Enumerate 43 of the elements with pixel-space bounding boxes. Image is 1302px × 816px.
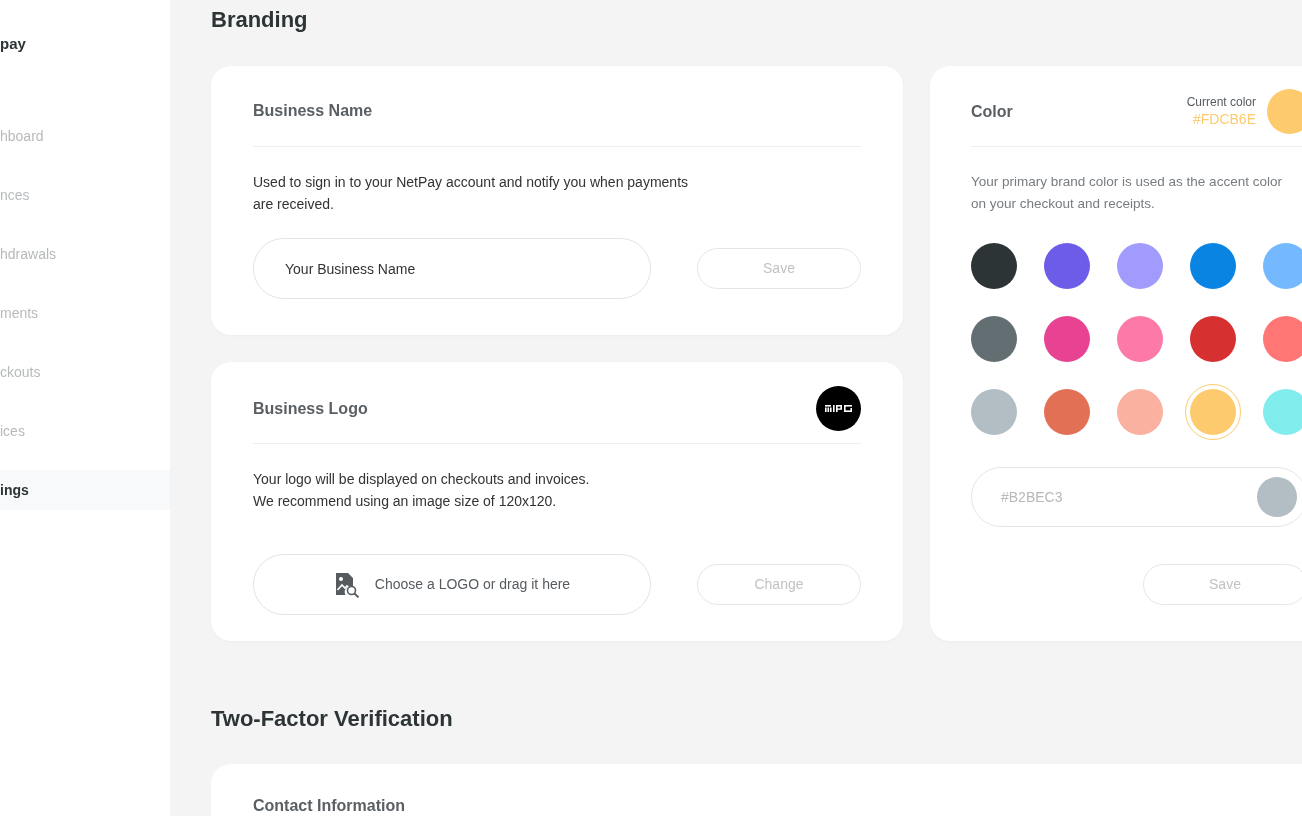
color-swatch-icon[interactable] — [1117, 316, 1163, 362]
sidebar-item[interactable]: ings — [0, 470, 170, 510]
color-swatch-icon[interactable] — [1190, 316, 1236, 362]
image-search-icon — [333, 571, 360, 598]
section-heading: Two-Factor Verification — [211, 705, 453, 733]
sidebar-item[interactable]: ices — [0, 411, 170, 451]
color-swatch-icon[interactable] — [1044, 389, 1090, 435]
color-swatch-icon[interactable] — [1190, 243, 1236, 289]
color-swatch-icon[interactable] — [1117, 389, 1163, 435]
save-button[interactable]: Save — [1143, 564, 1302, 605]
logo-upload-field[interactable]: Choose a LOGO or drag it here — [253, 554, 651, 615]
card-description: We recommend using an image size of 120x120. — [253, 492, 557, 511]
card-title: Business Name — [253, 101, 373, 121]
sidebar-item[interactable]: hdrawals — [0, 234, 170, 274]
card-description: Used to sign in to your NetPay account and notify you when payments are received. — [253, 173, 690, 214]
color-swatch-icon[interactable] — [1263, 389, 1302, 435]
color-swatch-icon[interactable] — [1185, 384, 1241, 440]
business-name-input[interactable]: Your Business Name — [253, 238, 651, 299]
color-swatch-icon[interactable] — [971, 389, 1017, 435]
color-swatch-icon[interactable] — [1263, 316, 1302, 362]
color-swatch-icon[interactable] — [1263, 243, 1302, 289]
card-title: Contact Information — [253, 796, 405, 816]
color-swatch-icon[interactable] — [971, 243, 1017, 289]
color-swatch-icon[interactable] — [1044, 243, 1090, 289]
brand-name: pay — [0, 34, 26, 54]
sidebar-item[interactable]: ments — [0, 293, 170, 333]
card-description: Your primary brand color is used as the accent color on your checkout and receipts. — [971, 173, 1283, 213]
color-swatch-icon[interactable] — [971, 316, 1017, 362]
sidebar-item[interactable]: nces — [0, 175, 170, 215]
logo-icon — [816, 386, 861, 431]
current-color-value: #FDCB6E — [1192, 110, 1256, 128]
current-color-label: Current color — [1186, 95, 1256, 110]
section-heading: Branding — [211, 6, 308, 34]
card-title: Business Logo — [253, 398, 368, 419]
color-swatch-icon[interactable] — [1117, 243, 1163, 289]
card-description: Your logo will be displayed on checkouts and invoices. — [253, 470, 590, 489]
sidebar-item[interactable]: ckouts — [0, 352, 170, 392]
sidebar-item[interactable]: hboard — [0, 116, 170, 156]
hex-color-input[interactable]: #B2BEC3 — [971, 467, 1302, 527]
change-button[interactable]: Change — [697, 564, 861, 605]
card-title: Color — [971, 101, 1013, 122]
save-button[interactable]: Save — [697, 248, 861, 289]
color-swatch-icon[interactable] — [1044, 316, 1090, 362]
